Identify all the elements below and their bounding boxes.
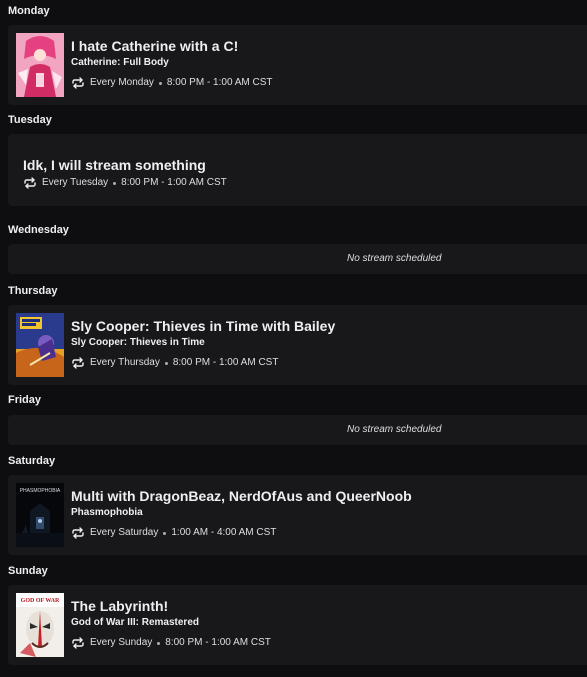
phasmophobia-cover: PHASMOPHOBIA [16, 483, 64, 547]
game-name-link[interactable]: Catherine: Full Body [71, 57, 169, 69]
recurrence-text: Every Saturday [90, 527, 159, 538]
day-label-sunday: Sunday [8, 565, 48, 577]
cover-lettering: PHASMOPHOBIA [20, 488, 61, 494]
recurrence-info: Every Sunday 8:00 PM - 1:00 AM CST [71, 636, 271, 650]
separator-dot [157, 641, 161, 645]
stream-title: I hate Catherine with a C! [71, 38, 239, 54]
stream-title: Sly Cooper: Thieves in Time with Bailey [71, 318, 336, 334]
stream-title: Multi with DragonBeaz, NerdOfAus and Que… [71, 488, 412, 504]
game-name-link[interactable]: Phasmophobia [71, 507, 143, 519]
schedule-card-sunday[interactable]: GOD OF WAR The Labyrinth! God of War III… [8, 585, 587, 665]
recurrence-info: Every Thursday 8:00 PM - 1:00 AM CST [71, 356, 278, 370]
separator-dot [113, 181, 117, 185]
day-label-monday: Monday [8, 5, 50, 17]
recurrence-info: Every Saturday 1:00 AM - 4:00 AM CST [71, 526, 276, 540]
schedule-card-thursday[interactable]: Sly Cooper: Thieves in Time with Bailey … [8, 305, 587, 385]
separator-dot [164, 361, 168, 365]
time-range: 8:00 PM - 1:00 AM CST [121, 177, 227, 188]
repeat-icon [71, 76, 85, 90]
schedule-card-wednesday: No stream scheduled [8, 244, 587, 274]
stream-title: The Labyrinth! [71, 598, 169, 614]
cover-lettering: GOD OF WAR [21, 598, 60, 604]
time-range: 1:00 AM - 4:00 AM CST [171, 527, 277, 538]
recurrence-text: Every Monday [90, 77, 154, 88]
recurrence-text: Every Tuesday [42, 177, 109, 188]
recurrence-info: Every Tuesday 8:00 PM - 1:00 AM CST [23, 176, 227, 190]
schedule-card-friday: No stream scheduled [8, 415, 587, 445]
stream-title: Idk, I will stream something [23, 157, 206, 173]
separator-dot [163, 531, 167, 535]
repeat-icon [71, 636, 85, 650]
sly-cooper-cover [16, 313, 64, 377]
repeat-icon [71, 356, 85, 370]
separator-dot [158, 81, 162, 85]
day-label-thursday: Thursday [8, 285, 58, 297]
schedule-card-monday[interactable]: I hate Catherine with a C! Catherine: Fu… [8, 25, 587, 105]
schedule-card-saturday[interactable]: PHASMOPHOBIA Multi with DragonBeaz, Nerd… [8, 475, 587, 555]
day-label-wednesday: Wednesday [8, 224, 69, 236]
schedule-card-tuesday[interactable]: Idk, I will stream something Every Tuesd… [8, 134, 587, 206]
no-stream-text: No stream scheduled [347, 424, 442, 435]
time-range: 8:00 PM - 1:00 AM CST [166, 77, 273, 88]
no-stream-text: No stream scheduled [347, 253, 442, 264]
recurrence-info: Every Monday 8:00 PM - 1:00 AM CST [71, 76, 273, 90]
time-range: 8:00 PM - 1:00 AM CST [165, 637, 271, 648]
game-name-link[interactable]: Sly Cooper: Thieves in Time [71, 337, 205, 349]
recurrence-text: Every Thursday [90, 357, 160, 368]
catherine-cover [16, 33, 64, 97]
time-range: 8:00 PM - 1:00 AM CST [172, 357, 279, 368]
repeat-icon [23, 176, 37, 190]
day-label-friday: Friday [8, 394, 42, 406]
recurrence-text: Every Sunday [90, 637, 153, 648]
game-name-link[interactable]: God of War III: Remastered [71, 617, 199, 629]
day-label-tuesday: Tuesday [8, 114, 52, 126]
stream-schedule: Monday I hate Catherine with a C! Cather… [0, 0, 587, 677]
day-label-saturday: Saturday [8, 455, 56, 467]
god-of-war-cover: GOD OF WAR [16, 593, 64, 657]
repeat-icon [71, 526, 85, 540]
